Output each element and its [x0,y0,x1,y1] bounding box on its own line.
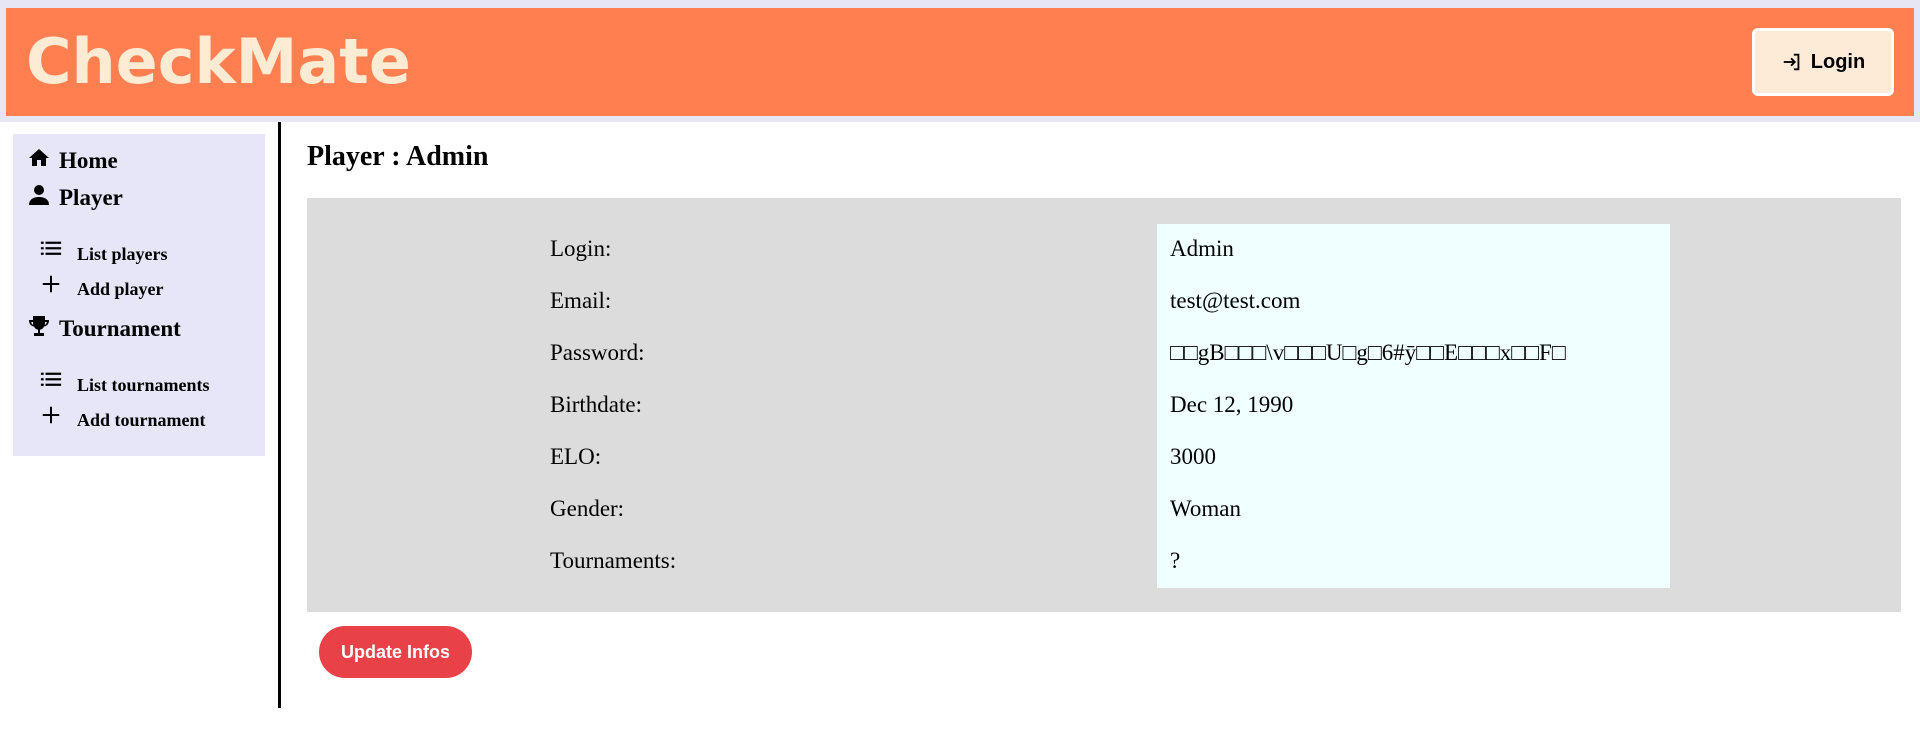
trophy-icon [29,316,49,336]
field-label-email: Email: [550,288,612,313]
login-arrow-icon [1783,53,1800,71]
field-value-tournaments: ? [1170,548,1181,573]
field-label-login: Login: [550,236,612,261]
sidebar-item-label: Home [59,148,118,173]
sidebar-item-add-tournament[interactable]: Add tournament [39,406,206,431]
sidebar-item-list-players[interactable]: List players [39,241,168,265]
sidebar-item-label: Player [59,185,123,210]
field-label-birthdate: Birthdate: [550,392,642,417]
update-infos-button[interactable]: Update Infos [319,626,472,678]
home-icon [29,149,49,166]
app-logo[interactable]: CheckMate [26,26,411,98]
sidebar-item-tournament[interactable]: Tournament [27,316,181,342]
sidebar-item-add-player[interactable]: Add player [39,275,164,300]
sidebar-item-label: Tournament [59,316,181,341]
list-icon [40,372,62,386]
app-header: CheckMate Login [6,8,1914,116]
field-label-elo: ELO: [550,444,602,469]
field-value-elo: 3000 [1170,444,1216,469]
field-value-email: test@test.com [1170,288,1301,313]
field-label-password: Password: [550,340,645,365]
field-label-gender: Gender: [550,496,625,521]
sidebar-item-home[interactable]: Home [27,148,118,174]
login-button[interactable]: Login [1752,28,1894,96]
field-value-birthdate: Dec 12, 1990 [1170,392,1294,417]
login-button-label: Login [1810,50,1866,73]
sidebar-item-label: List tournaments [77,375,210,395]
field-value-gender: Woman [1170,496,1241,521]
sidebar-divider [278,122,281,708]
sidebar-item-list-tournaments[interactable]: List tournaments [39,372,210,396]
sidebar-item-label: Add player [77,279,164,299]
sidebar-item-label: Add tournament [77,410,206,430]
person-icon [29,185,49,205]
sidebar-item-player[interactable]: Player [27,185,123,211]
field-label-tournaments: Tournaments: [550,548,677,573]
sidebar-item-label: List players [77,244,168,264]
plus-icon [42,275,60,293]
page-title: Player : Admin [307,141,489,172]
field-value-password: □□gB□□□\v□□□U□g□6#ȳ□□E□□□x□□F□ [1170,340,1566,365]
plus-icon [42,406,60,424]
sidebar: Home Player List players Add player Tour… [13,134,265,456]
field-value-login: Admin [1170,236,1234,261]
list-icon [40,241,62,255]
